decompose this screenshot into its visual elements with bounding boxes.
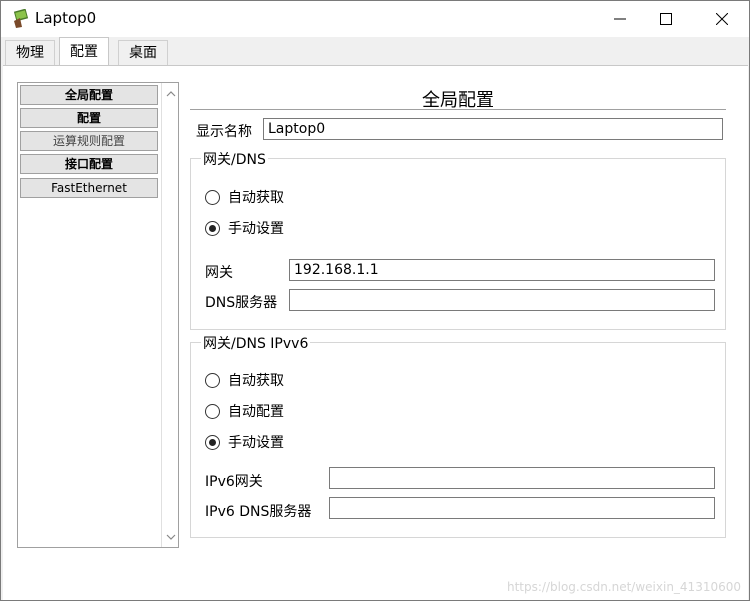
ipv6-group-title: 网关/DNS IPvv6 xyxy=(201,333,311,353)
tab-bar: 物理 配置 桌面 xyxy=(1,37,749,66)
ipv4-manual-label: 手动设置 xyxy=(228,221,284,237)
ipv6-manual-label: 手动设置 xyxy=(228,435,284,451)
minimize-icon xyxy=(614,18,626,20)
global-settings-panel: 全局配置 显示名称 Laptop0 网关/DNS 自动获取 手动设置 网关 19… xyxy=(190,82,726,538)
sidebar: 全局配置 配置 运算规则配置 接口配置 FastEthernet xyxy=(17,82,179,548)
ipv6-manual-radio[interactable] xyxy=(205,434,220,450)
ipv6-gateway-label: IPv6网关 xyxy=(205,474,263,490)
ipv4-manual-radio[interactable] xyxy=(205,220,220,236)
minimize-button[interactable] xyxy=(597,1,643,37)
ipv6-gateway-dns-group: 网关/DNS IPvv6 自动获取 自动配置 手动设置 IPv6网关 IPv6 … xyxy=(190,333,726,538)
tab-config[interactable]: 配置 xyxy=(59,37,109,66)
maximize-button[interactable] xyxy=(643,1,689,37)
ipv4-group-title: 网关/DNS xyxy=(201,149,268,169)
close-button[interactable] xyxy=(699,1,745,37)
title-bar[interactable]: Laptop0 xyxy=(1,1,749,37)
app-window: Laptop0 物理 配置 桌面 全局配置 配置 运算规则配置 接口配置 Fas… xyxy=(0,0,750,601)
sidebar-item-config[interactable]: 配置 xyxy=(20,108,158,128)
title-divider xyxy=(190,109,726,110)
watermark: https://blog.csdn.net/weixin_41310600 xyxy=(506,580,741,594)
ipv6-dns-server-label: IPv6 DNS服务器 xyxy=(205,504,312,520)
display-name-label: 显示名称 xyxy=(196,124,252,140)
sidebar-item-fastethernet[interactable]: FastEthernet xyxy=(20,178,158,198)
ipv6-autoconf-label: 自动配置 xyxy=(228,404,284,420)
sidebar-item-algorithm-settings[interactable]: 运算规则配置 xyxy=(20,131,158,151)
sidebar-item-global-settings[interactable]: 全局配置 xyxy=(20,85,158,105)
gateway-label: 网关 xyxy=(205,265,233,281)
scroll-down-icon[interactable] xyxy=(162,528,179,545)
ipv4-gateway-dns-group: 网关/DNS 自动获取 手动设置 网关 192.168.1.1 DNS服务器 xyxy=(190,149,726,330)
ipv6-gateway-input[interactable] xyxy=(329,467,715,489)
ipv6-dns-server-input[interactable] xyxy=(329,497,715,519)
scroll-up-icon[interactable] xyxy=(162,85,179,102)
ipv6-auto-radio-row[interactable]: 自动获取 xyxy=(205,370,284,390)
sidebar-scrollbar[interactable] xyxy=(161,83,178,547)
display-name-input[interactable]: Laptop0 xyxy=(263,118,723,140)
ipv4-auto-radio[interactable] xyxy=(205,189,220,205)
config-content: 全局配置 配置 运算规则配置 接口配置 FastEthernet 全局配置 显示… xyxy=(3,65,748,600)
ipv4-manual-radio-row[interactable]: 手动设置 xyxy=(205,218,284,238)
dns-server-label: DNS服务器 xyxy=(205,295,278,311)
tab-desktop[interactable]: 桌面 xyxy=(118,40,168,65)
window-title: Laptop0 xyxy=(35,9,97,27)
ipv6-auto-label: 自动获取 xyxy=(228,373,284,389)
ipv6-autoconf-radio-row[interactable]: 自动配置 xyxy=(205,401,284,421)
sidebar-item-interface-settings[interactable]: 接口配置 xyxy=(20,154,158,174)
dns-server-input[interactable] xyxy=(289,289,715,311)
ipv4-auto-radio-row[interactable]: 自动获取 xyxy=(205,187,284,207)
laptop-app-icon xyxy=(13,9,29,28)
ipv6-auto-radio[interactable] xyxy=(205,372,220,388)
maximize-icon xyxy=(660,13,672,25)
gateway-input[interactable]: 192.168.1.1 xyxy=(289,259,715,281)
ipv4-auto-label: 自动获取 xyxy=(228,190,284,206)
ipv6-manual-radio-row[interactable]: 手动设置 xyxy=(205,432,284,452)
ipv6-autoconf-radio[interactable] xyxy=(205,403,220,419)
tab-physical[interactable]: 物理 xyxy=(5,40,55,65)
close-icon xyxy=(716,13,728,25)
